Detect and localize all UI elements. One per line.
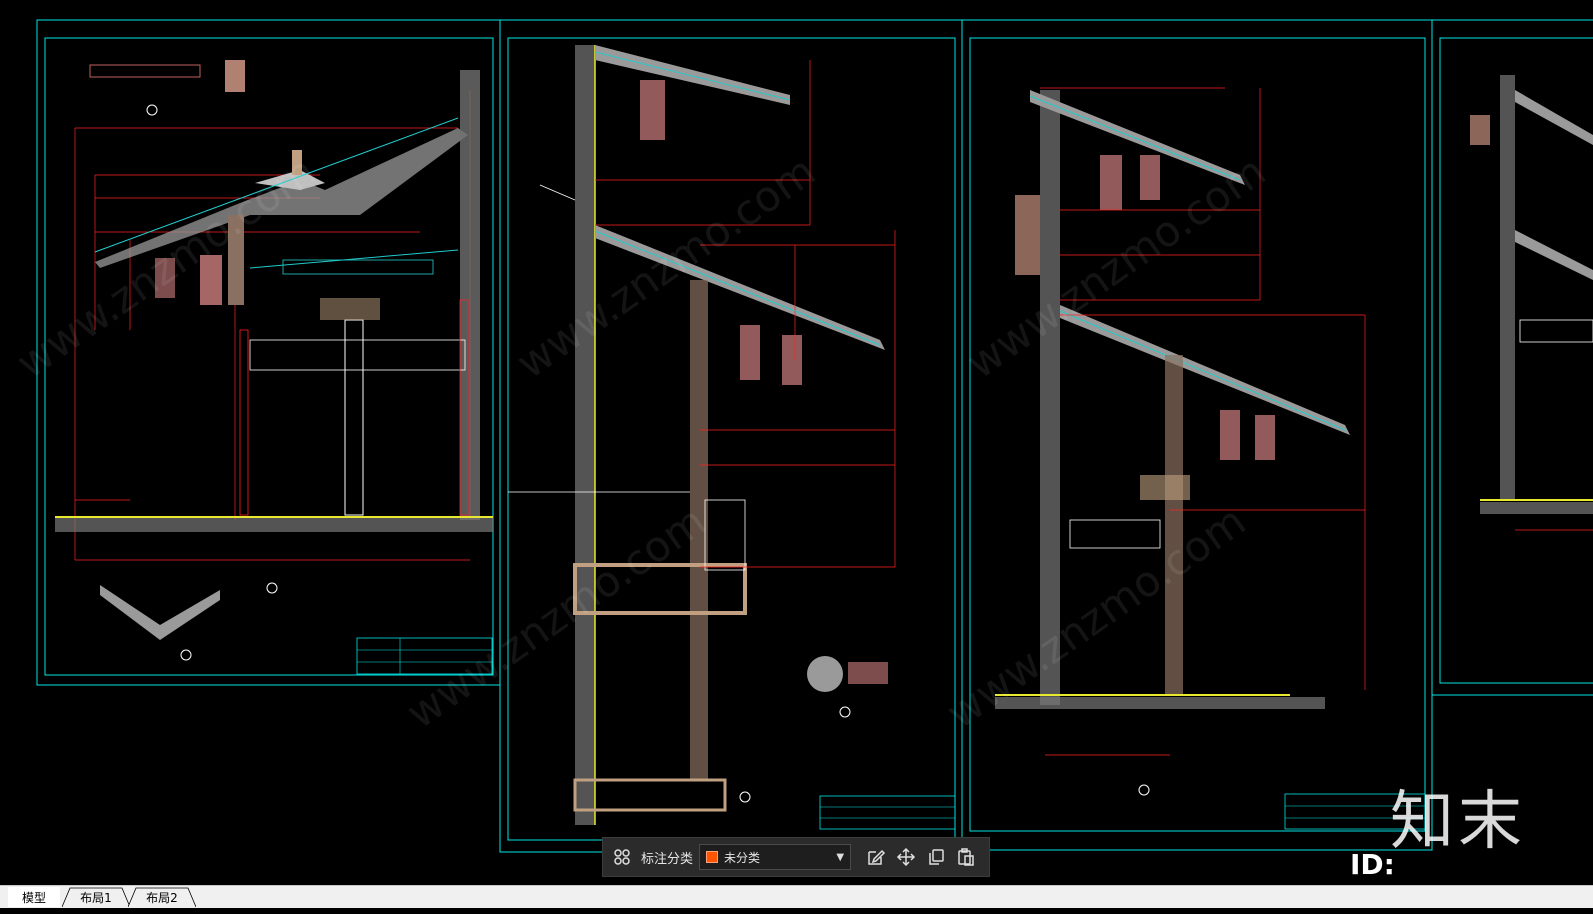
category-color-swatch <box>706 851 719 863</box>
sheet-2-section <box>508 45 888 825</box>
svg-text:www.znzmo.com: www.znzmo.com <box>8 146 325 388</box>
edit-icon[interactable] <box>861 842 891 872</box>
sheet-2 <box>499 19 963 853</box>
sheet-1-section <box>55 60 493 661</box>
annotation-toolbar: 标注分类 未分类 ▼ <box>602 837 990 877</box>
tab-layout2[interactable]: 布局2 <box>128 887 196 908</box>
sheet-3 <box>961 19 1433 851</box>
layout-tab-bar: 模型 布局1 布局2 <box>0 885 1593 908</box>
sheet-3-section <box>995 90 1350 796</box>
move-icon[interactable] <box>891 842 921 872</box>
copy-icon[interactable] <box>921 842 951 872</box>
background-watermarks: www.znzmo.com www.znzmo.com www.znzmo.co… <box>8 146 1275 738</box>
tab-model[interactable]: 模型 <box>8 887 60 907</box>
annotation-category-label: 标注分类 <box>641 851 694 867</box>
drawing-canvas[interactable]: www.znzmo.com www.znzmo.com www.znzmo.co… <box>0 0 1593 885</box>
paste-icon[interactable] <box>951 842 981 872</box>
tab-layout1[interactable]: 布局1 <box>62 887 130 908</box>
svg-text:www.znzmo.com: www.znzmo.com <box>508 146 825 388</box>
sheet-1 <box>36 19 501 686</box>
tab-layout1-label: 布局1 <box>80 890 112 905</box>
svg-text:www.znzmo.com: www.znzmo.com <box>398 496 715 738</box>
sheet-4-section <box>1470 75 1593 531</box>
chevron-down-icon: ▼ <box>836 851 845 863</box>
tab-layout2-label: 布局2 <box>146 890 178 905</box>
tab-model-label: 模型 <box>21 890 46 905</box>
cad-drawing: www.znzmo.com www.znzmo.com www.znzmo.co… <box>8 19 1593 853</box>
category-select-value: 未分类 <box>724 850 761 865</box>
category-select[interactable]: 未分类 ▼ <box>699 844 852 870</box>
grid-icon[interactable] <box>607 842 637 872</box>
